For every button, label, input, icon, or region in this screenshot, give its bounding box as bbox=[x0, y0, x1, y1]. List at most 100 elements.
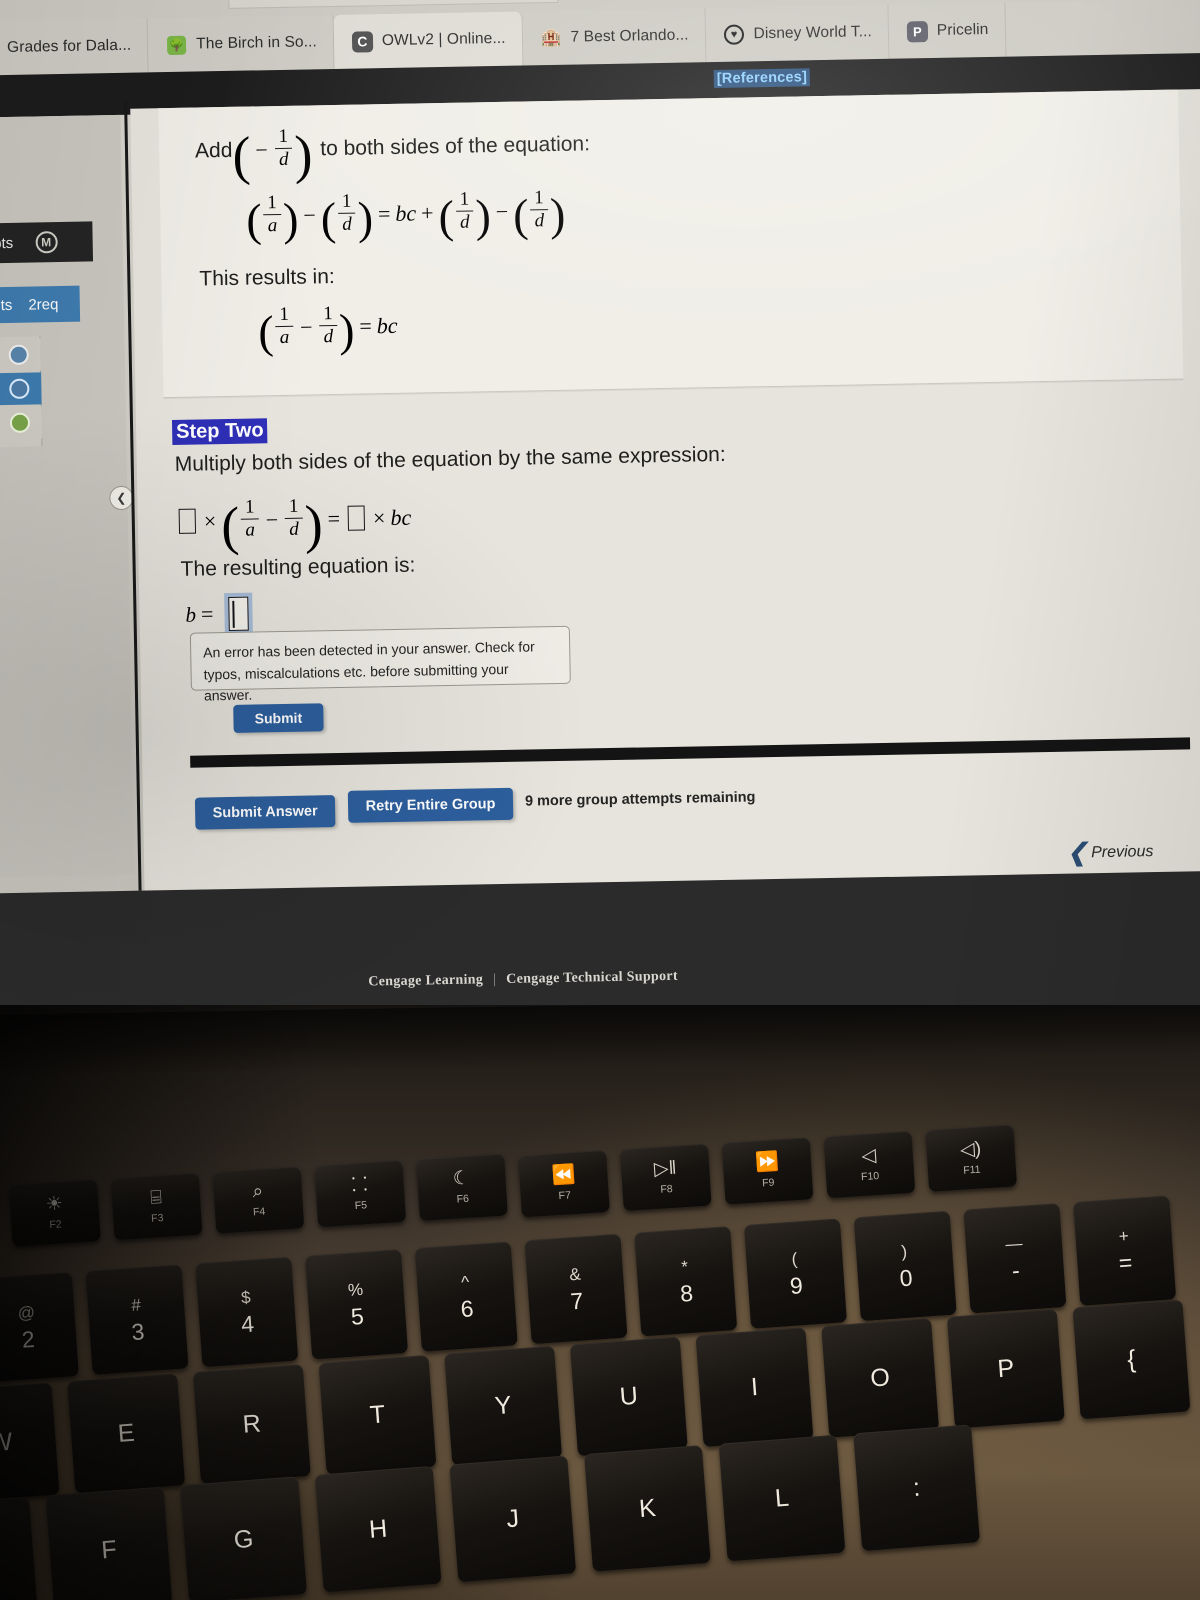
key-4[interactable]: $4 bbox=[195, 1256, 299, 1368]
list-item[interactable] bbox=[0, 406, 43, 440]
key-d[interactable]: D bbox=[0, 1496, 38, 1600]
key-shift-label: @ bbox=[17, 1302, 36, 1323]
rhs-term: bc bbox=[390, 504, 412, 530]
rail-status-icon-list bbox=[0, 336, 43, 448]
rail-selected-question-row[interactable]: 1 pts 2req bbox=[0, 285, 81, 324]
answer-blank-box[interactable] bbox=[347, 505, 366, 531]
key-k[interactable]: K bbox=[584, 1445, 711, 1572]
equals-sign: = bbox=[377, 200, 391, 226]
key-t[interactable]: T bbox=[318, 1354, 437, 1475]
key-label: I bbox=[749, 1372, 759, 1401]
footer-link-cengage-learning[interactable]: Cengage Learning bbox=[368, 972, 483, 990]
fast-forward-key[interactable]: ⏩ F9 bbox=[721, 1137, 814, 1205]
key-label: F bbox=[100, 1534, 118, 1564]
tab-grades-for-dala[interactable]: ✎ Grades for Dala... bbox=[0, 18, 149, 76]
tab-the-birch-in-so[interactable]: 🌳 The Birch in So... bbox=[147, 14, 335, 73]
denominator: d bbox=[459, 211, 470, 234]
key-shift-label: * bbox=[680, 1256, 689, 1277]
list-item[interactable] bbox=[0, 338, 42, 372]
footer-link-technical-support[interactable]: Cengage Technical Support bbox=[506, 969, 678, 988]
tab-7-best-orlando[interactable]: 🏨 7 Best Orlando... bbox=[522, 8, 707, 66]
minus-sign: − bbox=[303, 202, 316, 228]
key-8[interactable]: * 8 bbox=[634, 1226, 738, 1337]
key-0[interactable]: ) 0 bbox=[853, 1210, 957, 1322]
key-shift-label: + bbox=[1117, 1225, 1130, 1246]
mission-control-key[interactable]: ⌸ F3 bbox=[110, 1172, 203, 1241]
play-pause-key[interactable]: ▷‖ F8 bbox=[619, 1143, 712, 1212]
equation-one: ( 1 a ) − ( 1 d) = bc + (1 d) − (1 d… bbox=[246, 187, 566, 245]
submit-button[interactable]: Submit bbox=[233, 703, 324, 733]
key-u[interactable]: U bbox=[569, 1336, 688, 1457]
numerator: 1 bbox=[263, 192, 281, 213]
tab-pricelin[interactable]: P Pricelin bbox=[888, 2, 1006, 59]
numerator: 1 bbox=[278, 125, 289, 148]
key-label: 5 bbox=[350, 1302, 365, 1330]
key-label: G bbox=[232, 1524, 255, 1554]
key-9[interactable]: (9 bbox=[743, 1218, 847, 1329]
fraction: 1 d bbox=[455, 189, 474, 234]
key-o[interactable]: O bbox=[821, 1318, 940, 1438]
key-label: F8 bbox=[660, 1183, 674, 1196]
plus-sign: + bbox=[420, 199, 434, 226]
chevron-left-icon[interactable]: ❮ bbox=[109, 485, 134, 511]
brightness-up-key[interactable]: ☀ F2 bbox=[8, 1179, 101, 1247]
key-3[interactable]: #3 bbox=[85, 1264, 189, 1375]
mute-key[interactable]: ◁ F10 bbox=[823, 1130, 916, 1199]
tab-disney-world-t[interactable]: ♥ Disney World T... bbox=[705, 4, 890, 63]
retry-entire-group-button[interactable]: Retry Entire Group bbox=[347, 787, 514, 823]
key-glyph-icon: ▷‖ bbox=[653, 1157, 678, 1181]
denominator: d bbox=[289, 519, 300, 541]
key-i[interactable]: I bbox=[695, 1327, 814, 1448]
key-r[interactable]: R bbox=[192, 1364, 311, 1484]
key-glyph-icon: ⌕ bbox=[251, 1180, 264, 1203]
key-=[interactable]: + = bbox=[1073, 1195, 1177, 1306]
key-2[interactable]: @2 bbox=[0, 1272, 79, 1383]
key-label: Y bbox=[493, 1390, 513, 1420]
previous-label: Previous bbox=[1090, 843, 1154, 862]
volume-down-key[interactable]: ◁) F11 bbox=[925, 1124, 1018, 1192]
add-suffix-text: to both sides of the equation: bbox=[320, 131, 591, 160]
key-w[interactable]: W bbox=[0, 1382, 60, 1503]
key-label: { bbox=[1126, 1344, 1137, 1374]
key-shift-label: ( bbox=[790, 1249, 798, 1269]
step-two-instruction: Multiply both sides of the equation by t… bbox=[174, 442, 726, 476]
key-shift-label: % bbox=[347, 1279, 364, 1300]
previous-link[interactable]: ❮ Previous bbox=[1067, 839, 1154, 866]
key--[interactable]: — - bbox=[963, 1203, 1067, 1314]
step-two-equation: × ( 1 a − 1 d ) = × bc bbox=[175, 494, 412, 556]
key-h[interactable]: H bbox=[314, 1465, 442, 1593]
rewind-key[interactable]: ⏪ F7 bbox=[518, 1150, 610, 1218]
key-f[interactable]: F bbox=[45, 1486, 173, 1600]
b-answer-input[interactable] bbox=[228, 596, 249, 632]
key-y[interactable]: Y bbox=[444, 1345, 563, 1466]
references-link[interactable]: [References] bbox=[713, 68, 811, 89]
key-g[interactable]: G bbox=[180, 1476, 307, 1600]
key-5[interactable]: % 5 bbox=[305, 1249, 409, 1360]
key-e[interactable]: E bbox=[67, 1373, 186, 1494]
spotlight-search-key[interactable]: ⌕ F4 bbox=[212, 1166, 305, 1234]
key-p[interactable]: P bbox=[946, 1308, 1065, 1429]
dictation-key[interactable]: ⸬ F5 bbox=[314, 1159, 407, 1228]
key-7[interactable]: & 7 bbox=[524, 1233, 628, 1345]
key-6[interactable]: ^ 6 bbox=[414, 1241, 518, 1352]
assignment-content-area: Add ( − 1 d ) to both sides of the equat… bbox=[130, 88, 1200, 911]
status-dot-icon bbox=[9, 378, 30, 399]
numerator: 1 bbox=[338, 191, 356, 212]
add-instruction-line: Add ( − 1 d ) to both sides of the equat… bbox=[195, 122, 591, 185]
numerator: 1 bbox=[288, 495, 299, 517]
submit-answer-button[interactable]: Submit Answer bbox=[194, 795, 336, 830]
key-l[interactable]: L bbox=[718, 1434, 846, 1562]
rail-points-header: 1 pts M bbox=[0, 221, 94, 264]
key-:[interactable]: : bbox=[853, 1424, 980, 1552]
rhs-term: bc bbox=[376, 312, 398, 338]
status-dot-icon bbox=[8, 344, 29, 365]
key-label: L bbox=[773, 1483, 790, 1513]
list-item[interactable] bbox=[0, 372, 42, 406]
key-j[interactable]: J bbox=[449, 1455, 577, 1583]
tab-label: OWLv2 | Online... bbox=[381, 29, 506, 50]
key-{[interactable]: { bbox=[1072, 1299, 1191, 1420]
tab-owlv2-online[interactable]: C OWLv2 | Online... bbox=[333, 11, 524, 69]
answer-blank-box[interactable] bbox=[178, 508, 197, 535]
tab-label: Pricelin bbox=[936, 20, 989, 39]
do-not-disturb-key[interactable]: ☾ F6 bbox=[416, 1153, 508, 1221]
